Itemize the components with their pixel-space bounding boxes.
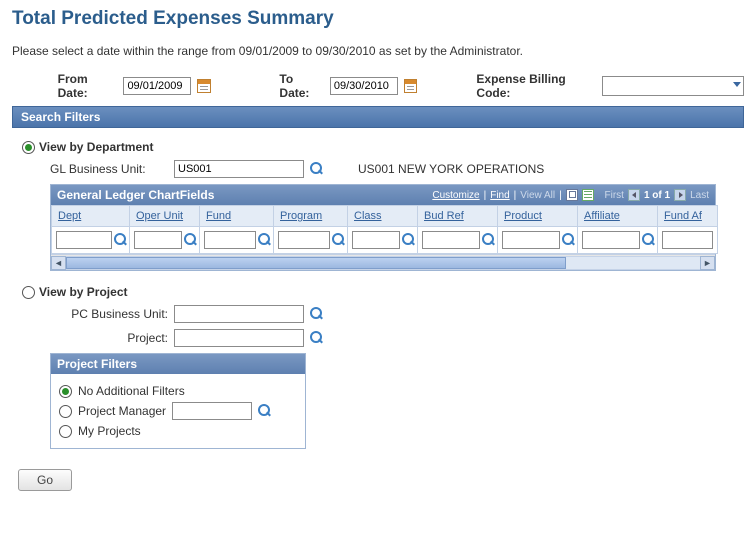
radio-icon[interactable] xyxy=(59,425,72,438)
bud-ref-input[interactable] xyxy=(422,231,480,249)
col-dept[interactable]: Dept xyxy=(52,206,130,227)
spreadsheet-icon[interactable] xyxy=(582,189,594,201)
grid-counter: 1 of 1 xyxy=(644,190,670,201)
fund-input[interactable] xyxy=(204,231,256,249)
date-range-row: From Date: To Date: Expense Billing Code… xyxy=(12,72,744,100)
next-icon[interactable] xyxy=(674,189,686,201)
first-link[interactable]: First xyxy=(605,190,624,201)
col-oper-unit[interactable]: Oper Unit xyxy=(130,206,200,227)
no-additional-filters-row[interactable]: No Additional Filters xyxy=(59,384,297,398)
col-affiliate[interactable]: Affiliate xyxy=(578,206,658,227)
project-manager-label: Project Manager xyxy=(78,404,166,418)
lookup-icon[interactable] xyxy=(258,404,272,418)
go-button[interactable]: Go xyxy=(18,469,72,491)
billing-code-label: Expense Billing Code: xyxy=(476,72,596,100)
lookup-icon[interactable] xyxy=(402,233,413,247)
table-row xyxy=(52,227,718,254)
project-filters-box: Project Filters No Additional Filters Pr… xyxy=(50,353,306,449)
fund-af-input[interactable] xyxy=(662,231,713,249)
pc-bu-label: PC Business Unit: xyxy=(50,307,168,321)
to-date-label: To Date: xyxy=(279,72,323,100)
to-date-input[interactable] xyxy=(330,77,398,95)
lookup-icon[interactable] xyxy=(482,233,493,247)
view-by-project-radio-row[interactable]: View by Project xyxy=(22,285,734,299)
project-label: Project: xyxy=(50,331,168,345)
scroll-left-icon[interactable]: ◄ xyxy=(51,256,66,270)
project-manager-row[interactable]: Project Manager xyxy=(59,402,297,420)
view-all-link[interactable]: View All xyxy=(520,190,555,201)
scroll-thumb[interactable] xyxy=(66,257,566,269)
my-projects-label: My Projects xyxy=(78,424,141,438)
affiliate-input[interactable] xyxy=(582,231,640,249)
oper-unit-input[interactable] xyxy=(134,231,182,249)
radio-icon[interactable] xyxy=(59,405,72,418)
lookup-icon[interactable] xyxy=(310,307,324,321)
customize-link[interactable]: Customize xyxy=(432,190,479,201)
calendar-icon[interactable] xyxy=(197,79,210,93)
view-by-department-radio-row[interactable]: View by Department xyxy=(22,140,734,154)
col-bud-ref[interactable]: Bud Ref xyxy=(418,206,498,227)
view-by-department-label: View by Department xyxy=(39,140,153,154)
radio-icon[interactable] xyxy=(59,385,72,398)
col-fund-af[interactable]: Fund Af xyxy=(658,206,718,227)
product-input[interactable] xyxy=(502,231,560,249)
lookup-icon[interactable] xyxy=(184,233,195,247)
class-input[interactable] xyxy=(352,231,400,249)
col-program[interactable]: Program xyxy=(274,206,348,227)
instruction-text: Please select a date within the range fr… xyxy=(12,44,744,58)
project-manager-input[interactable] xyxy=(172,402,252,420)
radio-icon[interactable] xyxy=(22,141,35,154)
scroll-right-icon[interactable]: ► xyxy=(700,256,715,270)
program-input[interactable] xyxy=(278,231,330,249)
col-class[interactable]: Class xyxy=(348,206,418,227)
page-title: Total Predicted Expenses Summary xyxy=(12,8,744,30)
lookup-icon[interactable] xyxy=(332,233,343,247)
radio-icon[interactable] xyxy=(22,286,35,299)
lookup-icon[interactable] xyxy=(114,233,125,247)
prev-icon[interactable] xyxy=(628,189,640,201)
no-additional-filters-label: No Additional Filters xyxy=(78,384,185,398)
grid-horizontal-scrollbar[interactable]: ◄ ► xyxy=(51,254,715,270)
from-date-label: From Date: xyxy=(58,72,118,100)
gl-bu-label: GL Business Unit: xyxy=(50,162,168,176)
search-filters-bar: Search Filters xyxy=(12,106,744,128)
my-projects-row[interactable]: My Projects xyxy=(59,424,297,438)
project-input[interactable] xyxy=(174,329,304,347)
lookup-icon[interactable] xyxy=(562,233,573,247)
col-fund[interactable]: Fund xyxy=(200,206,274,227)
lookup-icon[interactable] xyxy=(258,233,269,247)
lookup-icon[interactable] xyxy=(310,162,324,176)
col-product[interactable]: Product xyxy=(498,206,578,227)
gl-bu-description: US001 NEW YORK OPERATIONS xyxy=(358,162,544,176)
chartfields-grid: General Ledger ChartFields Customize | F… xyxy=(50,184,716,271)
last-link[interactable]: Last xyxy=(690,190,709,201)
grid-title: General Ledger ChartFields xyxy=(57,188,214,202)
pc-bu-input[interactable] xyxy=(174,305,304,323)
view-by-project-label: View by Project xyxy=(39,285,127,299)
find-link[interactable]: Find xyxy=(490,190,509,201)
billing-code-select[interactable] xyxy=(602,76,744,96)
lookup-icon[interactable] xyxy=(310,331,324,345)
popout-icon[interactable] xyxy=(566,189,578,201)
from-date-input[interactable] xyxy=(123,77,191,95)
dept-input[interactable] xyxy=(56,231,112,249)
project-filters-title: Project Filters xyxy=(51,354,305,374)
gl-bu-input[interactable] xyxy=(174,160,304,178)
calendar-icon[interactable] xyxy=(404,79,417,93)
lookup-icon[interactable] xyxy=(642,233,653,247)
